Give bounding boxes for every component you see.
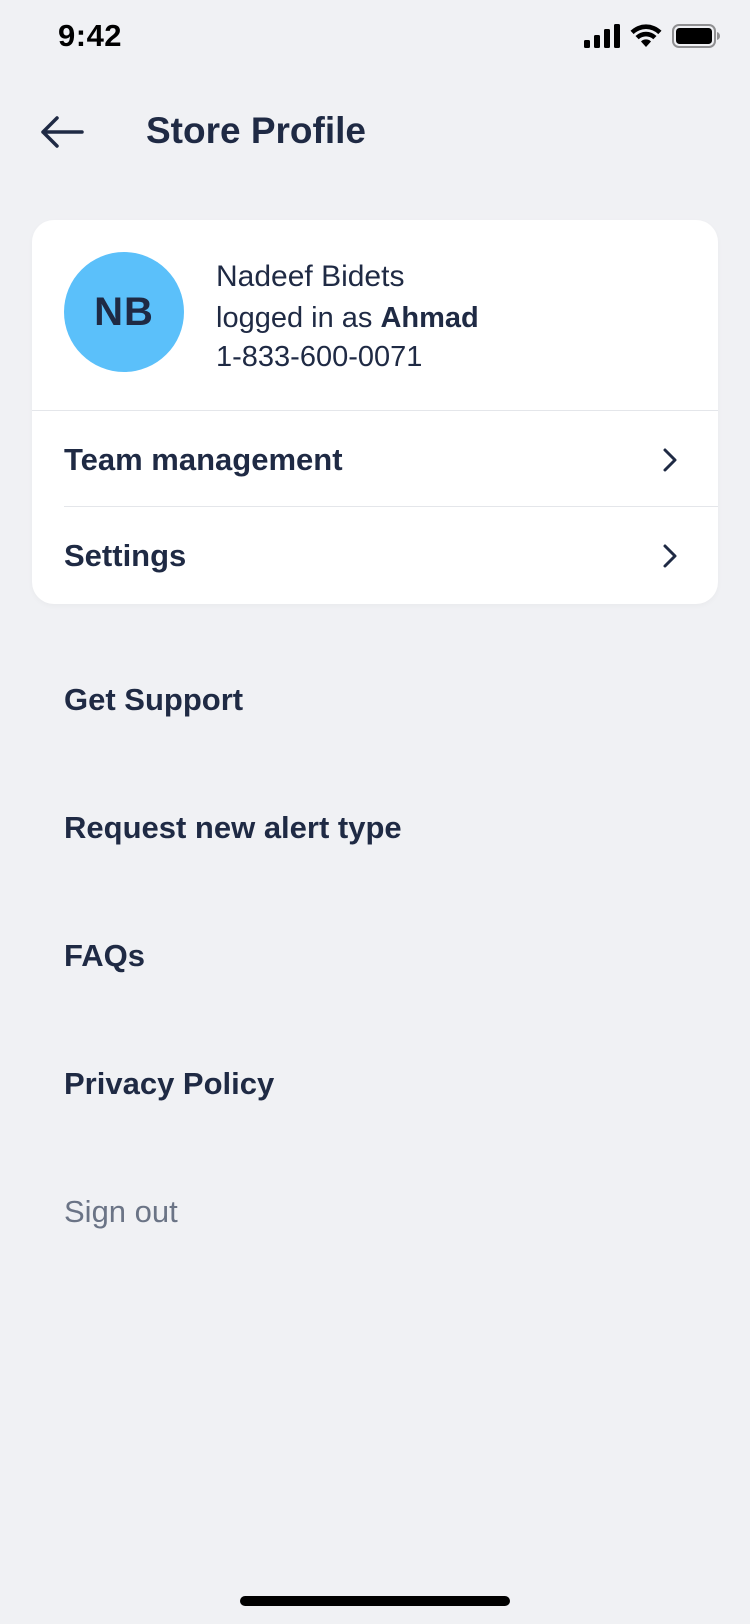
avatar: NB	[64, 252, 184, 372]
chevron-right-icon	[663, 544, 677, 568]
settings-row[interactable]: Settings	[32, 509, 718, 603]
logged-in-user: Ahmad	[380, 302, 479, 334]
status-icons	[584, 24, 720, 48]
faqs-link[interactable]: FAQs	[64, 938, 145, 974]
profile-card: NB Nadeef Bidets logged in as Ahmad 1-83…	[32, 220, 718, 604]
home-indicator[interactable]	[240, 1596, 510, 1606]
logged-in-prefix: logged in as	[216, 302, 373, 334]
logged-in-text: logged in as Ahmad	[216, 302, 479, 335]
team-management-label: Team management	[64, 442, 343, 477]
back-button[interactable]	[32, 104, 92, 160]
team-management-row[interactable]: Team management	[32, 413, 718, 507]
divider	[64, 506, 718, 507]
request-alert-type-link[interactable]: Request new alert type	[64, 810, 402, 846]
header: Store Profile	[0, 96, 750, 168]
privacy-policy-link[interactable]: Privacy Policy	[64, 1066, 274, 1102]
get-support-link[interactable]: Get Support	[64, 682, 243, 718]
settings-label: Settings	[64, 538, 187, 573]
store-phone: 1-833-600-0071	[216, 341, 423, 373]
page-title: Store Profile	[146, 110, 366, 151]
divider	[32, 410, 718, 411]
store-profile-screen: 9:42 Store Profile NB Nadeef Bidets logg…	[0, 0, 750, 1624]
sign-out-button[interactable]: Sign out	[64, 1194, 178, 1230]
chevron-right-icon	[663, 448, 677, 472]
cellular-signal-icon	[584, 24, 620, 48]
wifi-icon	[630, 24, 662, 47]
status-time: 9:42	[58, 18, 123, 53]
store-name: Nadeef Bidets	[216, 260, 405, 293]
store-profile-summary: NB Nadeef Bidets logged in as Ahmad 1-83…	[32, 220, 718, 411]
battery-icon	[672, 24, 720, 48]
arrow-left-icon	[41, 116, 84, 148]
status-bar: 9:42	[0, 0, 750, 80]
